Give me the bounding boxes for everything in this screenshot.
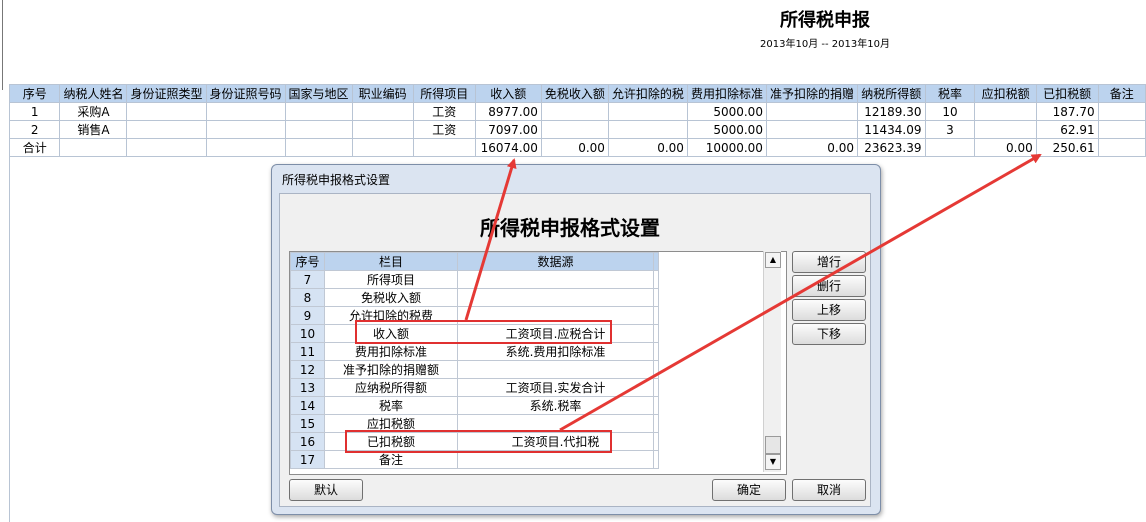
arrow-to-withheld-total	[559, 153, 1042, 432]
annotation-arrows	[464, 153, 1042, 432]
arrow-to-income-total	[464, 158, 517, 321]
